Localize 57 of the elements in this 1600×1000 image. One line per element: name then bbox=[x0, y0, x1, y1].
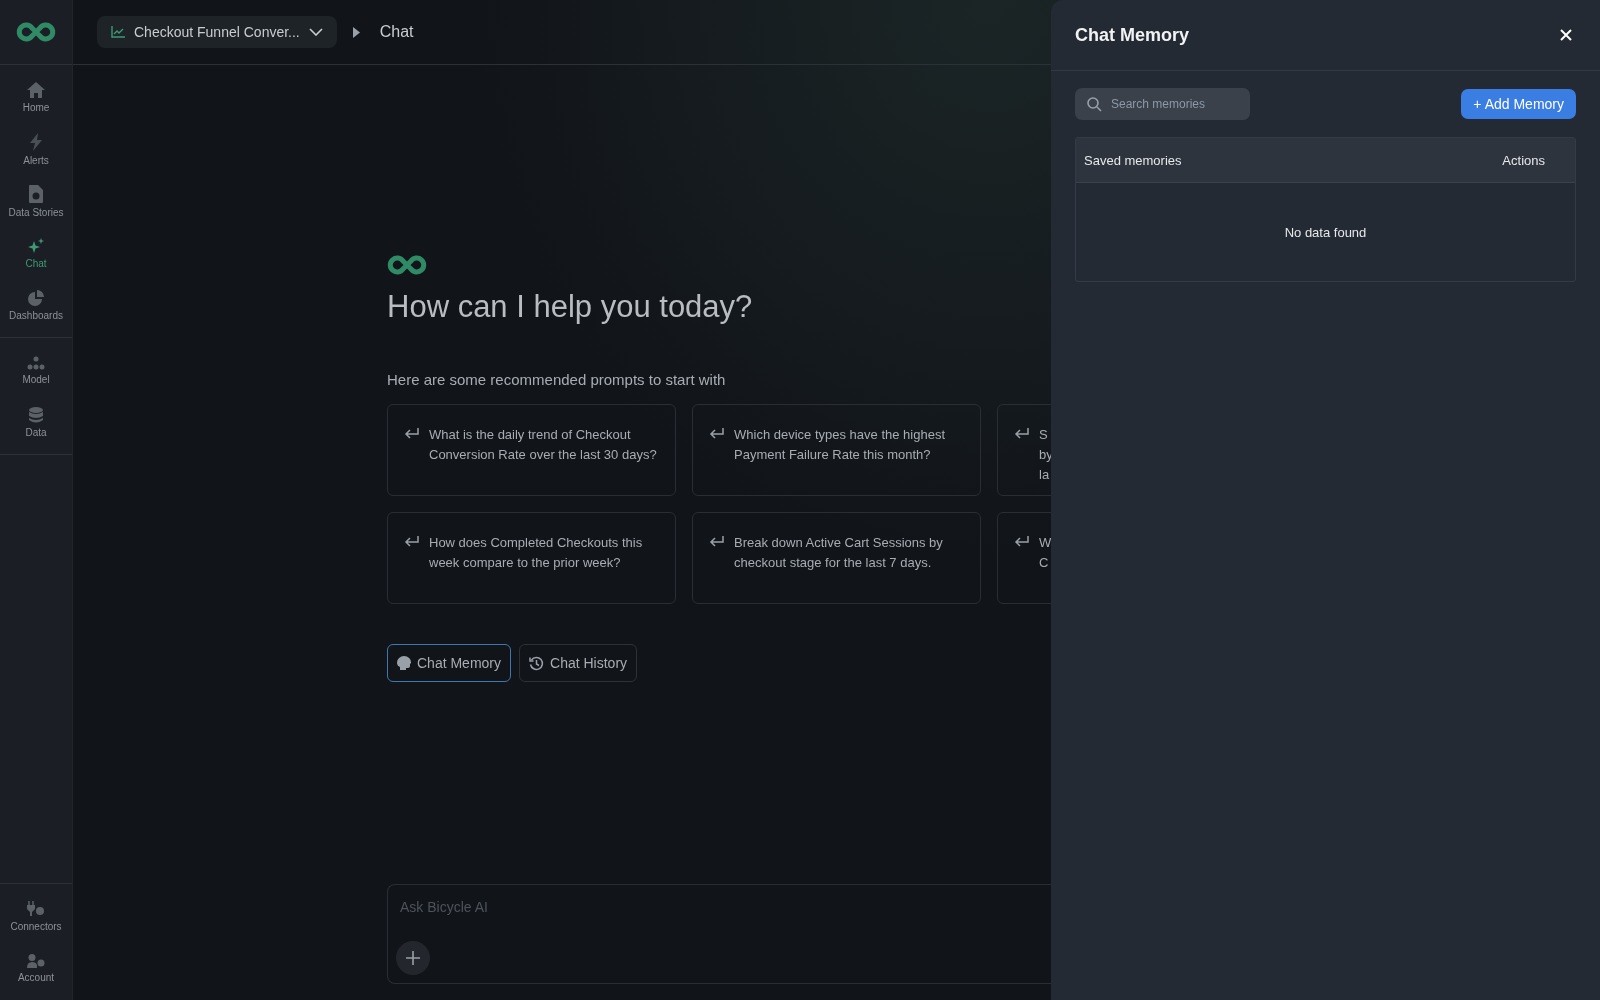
chevron-down-icon bbox=[308, 28, 323, 36]
breadcrumb-page: Chat bbox=[379, 23, 414, 41]
prompt-text: Break down Active Cart Sessions by checkout stage for the last 7 days. bbox=[734, 534, 944, 572]
prompt-text: W C bbox=[1039, 534, 1053, 572]
plus-icon bbox=[406, 951, 420, 965]
history-icon bbox=[529, 655, 545, 671]
sidebar-item[interactable]: Account bbox=[0, 944, 72, 992]
return-arrow-icon bbox=[709, 536, 724, 548]
prompt-card[interactable]: How does Completed Checkouts this week compare to the prior week? bbox=[387, 512, 676, 604]
sidebar-item[interactable]: Model bbox=[0, 346, 72, 394]
add-memory-button[interactable]: + Add Memory bbox=[1461, 89, 1576, 119]
sidebar-item[interactable]: Data bbox=[0, 398, 72, 446]
return-arrow-icon bbox=[404, 428, 419, 440]
pie-chart-icon bbox=[28, 289, 44, 306]
logo-icon bbox=[16, 22, 56, 42]
logo-icon bbox=[387, 255, 427, 275]
return-arrow-icon bbox=[404, 536, 419, 548]
sidebar-item[interactable]: Data Stories bbox=[0, 177, 72, 225]
prompt-card[interactable]: Break down Active Cart Sessions by checkout stage for the last 7 days. bbox=[692, 512, 981, 604]
prompt-text: What is the daily trend of Checkout Conversion Rate over the last 30 days? bbox=[429, 426, 658, 464]
prompt-text: Which device types have the highest Payment Failure Rate this month? bbox=[734, 426, 946, 464]
column-header: Saved memories bbox=[1084, 152, 1182, 168]
panel-title: Chat Memory bbox=[1075, 24, 1190, 46]
chat-input-field[interactable]: Ask Bicycle AI bbox=[396, 895, 1592, 919]
sparkle-icon bbox=[28, 237, 44, 254]
return-arrow-icon bbox=[1014, 428, 1029, 440]
prompt-card[interactable]: Which device types have the highest Payment Failure Rate this month? bbox=[692, 404, 981, 496]
prompt-card[interactable]: What is the daily trend of Checkout Conversion Rate over the last 30 days? bbox=[387, 404, 676, 496]
chat-action-button[interactable]: Chat History bbox=[519, 644, 638, 682]
sidebar-item[interactable]: Alerts bbox=[0, 125, 72, 173]
sidebar-item[interactable]: Connectors bbox=[0, 892, 72, 940]
add-attachment-button[interactable] bbox=[396, 941, 430, 975]
document-icon bbox=[29, 184, 43, 203]
sidebar-item[interactable]: Chat bbox=[0, 229, 72, 277]
search-field[interactable]: Search memories bbox=[1075, 88, 1250, 120]
return-arrow-icon bbox=[709, 428, 724, 440]
caret-right-icon bbox=[352, 26, 360, 38]
dataset-dropdown[interactable]: Checkout Funnel Conver... bbox=[97, 16, 337, 48]
sidebar-item[interactable]: Home bbox=[0, 73, 72, 121]
empty-message: No data found bbox=[1284, 224, 1367, 240]
home-icon bbox=[27, 81, 45, 98]
return-arrow-icon bbox=[1014, 536, 1029, 548]
user-gear-icon bbox=[27, 953, 45, 968]
lightning-icon bbox=[30, 132, 42, 151]
database-icon bbox=[29, 406, 43, 423]
search-icon bbox=[1087, 97, 1102, 112]
welcome-heading: How can I help you today? bbox=[387, 289, 754, 325]
chat-action-button[interactable]: Chat Memory bbox=[387, 644, 512, 682]
brain-icon bbox=[397, 656, 411, 670]
sidebar-item[interactable]: Dashboards bbox=[0, 281, 72, 329]
column-header: Actions bbox=[1502, 152, 1545, 168]
prompts-subheading: Here are some recommended prompts to start with bbox=[387, 371, 727, 388]
prompt-text: How does Completed Checkouts this week compare to the prior week? bbox=[429, 534, 644, 572]
close-icon bbox=[1560, 29, 1572, 41]
line-chart-icon bbox=[111, 26, 125, 38]
plug-icon bbox=[27, 900, 45, 917]
hierarchy-icon bbox=[27, 355, 45, 370]
